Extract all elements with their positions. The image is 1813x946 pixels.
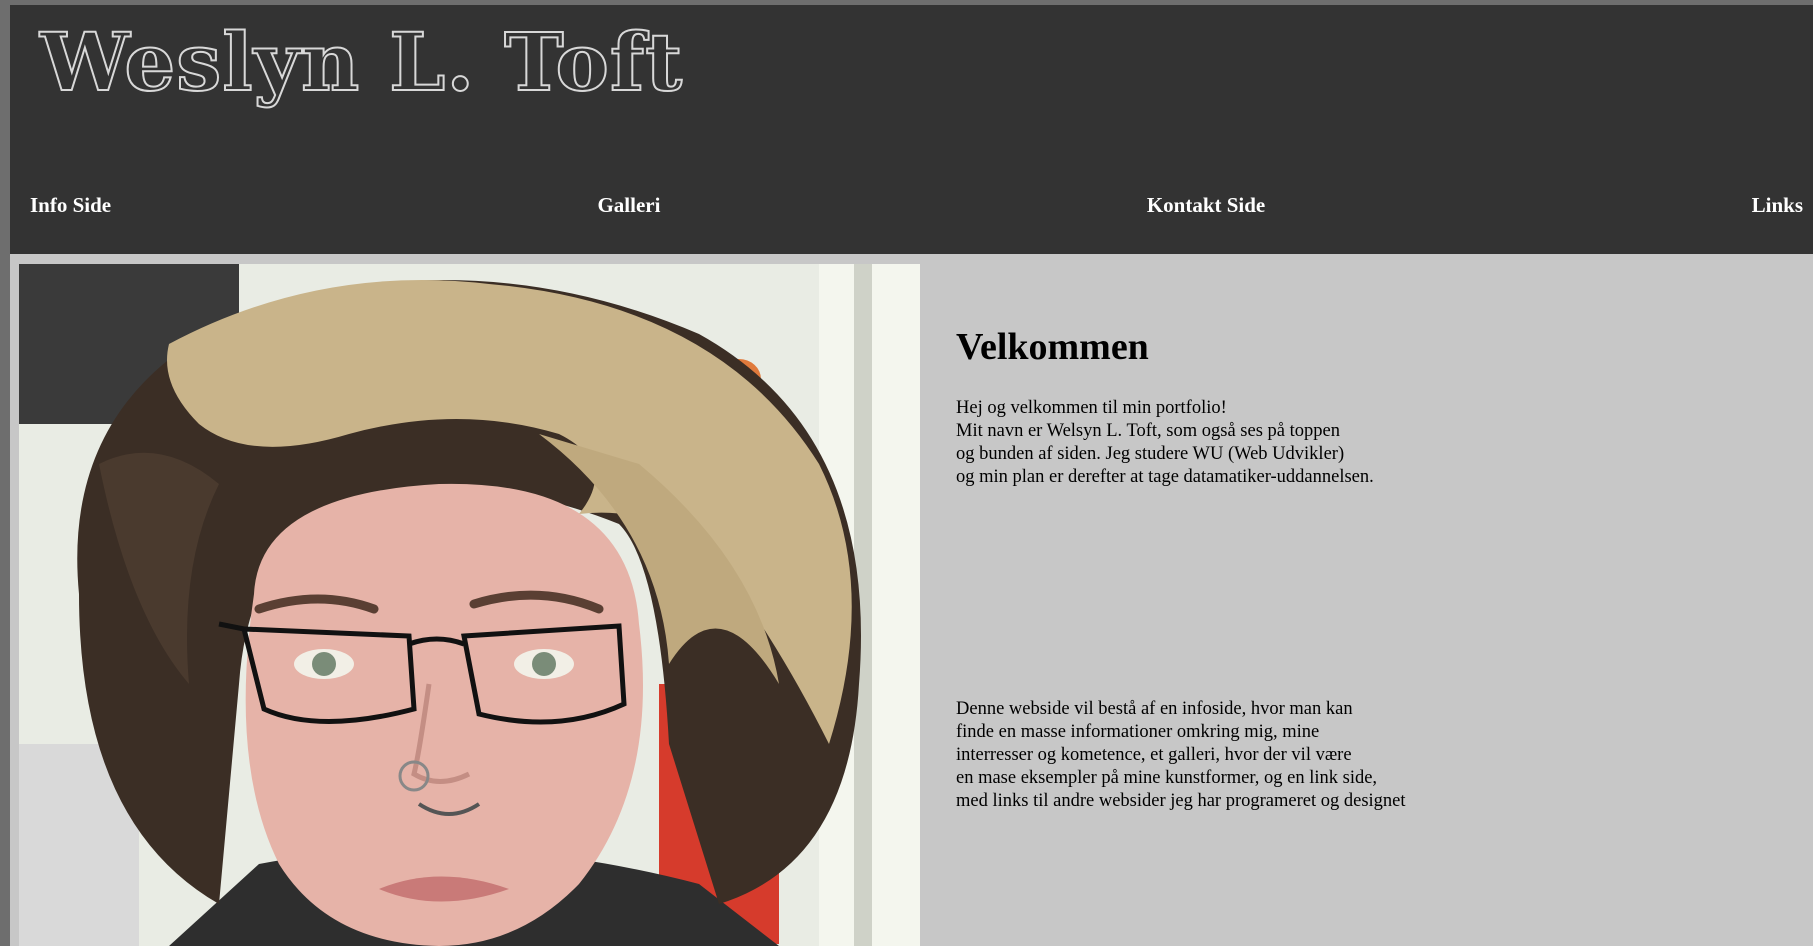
intro-line: og min plan er derefter at tage datamati… (956, 467, 1374, 487)
about-paragraph: Denne webside vil bestå af en infoside, … (956, 698, 1776, 813)
about-line: interresser og kometence, et galleri, hv… (956, 745, 1352, 765)
welcome-section: Velkommen Hej og velkommen til min portf… (956, 325, 1776, 813)
site-title: Weslyn L. Toft (39, 14, 684, 110)
nav-link-galleri[interactable]: Galleri (597, 193, 660, 218)
profile-photo (19, 264, 920, 946)
about-line: en mase eksempler på mine kunstformer, o… (956, 768, 1378, 788)
intro-line: Mit navn er Welsyn L. Toft, som også ses… (956, 421, 1340, 441)
nav-link-kontakt-side[interactable]: Kontakt Side (1147, 193, 1265, 218)
nav-link-links[interactable]: Links (1752, 193, 1803, 218)
intro-line: og bunden af siden. Jeg studere WU (Web … (956, 444, 1345, 464)
site-header: Weslyn L. Toft Info Side Galleri Kontakt… (10, 5, 1813, 254)
about-line: finde en masse informationer omkring mig… (956, 722, 1320, 742)
welcome-heading: Velkommen (956, 326, 1149, 368)
nav-link-info-side[interactable]: Info Side (30, 193, 111, 218)
intro-line: Hej og velkommen til min portfolio! (956, 398, 1227, 418)
page: Weslyn L. Toft Info Side Galleri Kontakt… (10, 5, 1813, 946)
about-line: Denne webside vil bestå af en infoside, … (956, 699, 1353, 719)
about-line: med links til andre websider jeg har pro… (956, 791, 1406, 811)
main-nav: Info Side Galleri Kontakt Side Links (30, 185, 1803, 225)
intro-paragraph: Hej og velkommen til min portfolio! Mit … (956, 397, 1776, 489)
